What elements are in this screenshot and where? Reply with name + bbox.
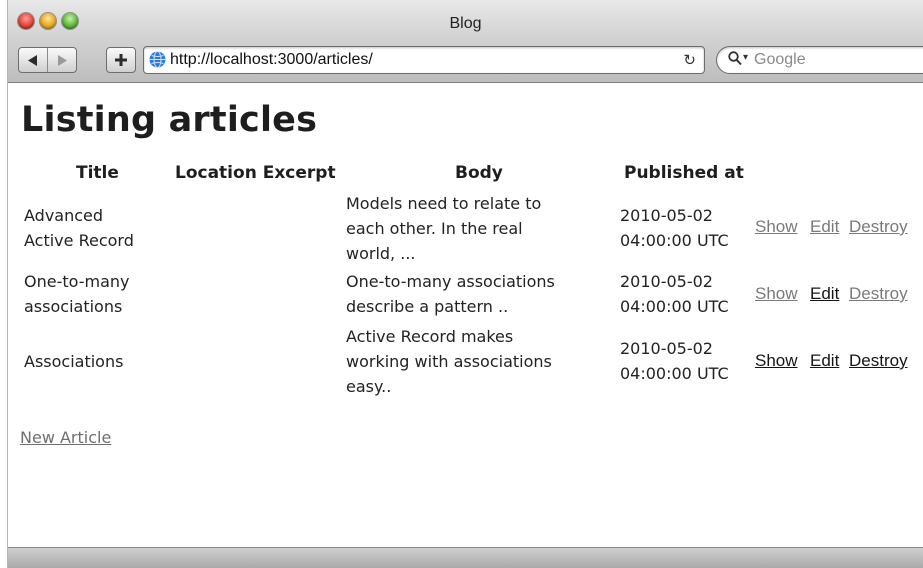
column-header-location-excerpt: Location Excerpt	[175, 163, 336, 183]
body-line: each other. In the real	[346, 219, 523, 238]
page-title: Listing articles	[21, 100, 318, 140]
table-row-body: Models need to relate to each other. In …	[346, 191, 541, 266]
title-line: Active Record	[24, 231, 134, 250]
title-line: Advanced	[24, 206, 104, 225]
search-icon	[728, 51, 742, 66]
add-bookmark-button[interactable]	[106, 47, 136, 73]
title-line: associations	[24, 297, 123, 316]
edit-link[interactable]: Edit	[810, 351, 839, 371]
back-arrow-icon	[28, 54, 37, 66]
destroy-link[interactable]: Destroy	[849, 351, 908, 371]
address-bar[interactable]: http://localhost:3000/articles/ ↻	[143, 46, 705, 74]
body-line: Active Record makes	[346, 327, 514, 346]
time-line: 04:00:00 UTC	[620, 231, 729, 250]
globe-icon	[149, 51, 166, 68]
nav-button-group	[18, 47, 77, 73]
body-line: Models need to relate to	[346, 194, 542, 213]
table-row-body: Active Record makes working with associa…	[346, 324, 552, 399]
show-link[interactable]: Show	[755, 351, 798, 371]
date-line: 2010-05-02	[620, 272, 713, 291]
destroy-link[interactable]: Destroy	[849, 284, 908, 304]
body-line: One-to-many associations	[346, 272, 555, 291]
window-title: Blog	[449, 15, 482, 32]
forward-button[interactable]	[47, 48, 76, 72]
plus-icon	[115, 54, 127, 66]
search-field[interactable]: ▾ Google	[716, 46, 923, 74]
body-line: describe a pattern ..	[346, 297, 509, 316]
edit-link[interactable]: Edit	[810, 217, 839, 237]
back-button[interactable]	[19, 48, 47, 72]
status-bar	[8, 547, 923, 568]
date-line: 2010-05-02	[620, 206, 713, 225]
body-line: easy..	[346, 377, 392, 396]
chevron-down-icon: ▾	[743, 52, 749, 63]
forward-arrow-icon	[58, 54, 67, 66]
column-header-published-at: Published at	[624, 163, 744, 183]
column-header-title: Title	[76, 163, 119, 183]
body-line: world, ...	[346, 244, 416, 263]
time-line: 04:00:00 UTC	[620, 297, 729, 316]
body-line: working with associations	[346, 352, 552, 371]
table-row-title: Advanced Active Record	[24, 203, 134, 253]
title-line: Associations	[24, 352, 124, 371]
page-content: Listing articles Title Location Excerpt …	[8, 83, 923, 548]
show-link[interactable]: Show	[755, 284, 798, 304]
table-row-title: One-to-many associations	[24, 269, 129, 319]
show-link[interactable]: Show	[755, 217, 798, 237]
titlebar: Blog http://localhost:3000/articles/ ↻ ▾…	[8, 0, 923, 83]
reload-icon[interactable]: ↻	[683, 51, 696, 69]
table-row-published-at: 2010-05-02 04:00:00 UTC	[620, 203, 729, 253]
search-placeholder: Google	[754, 51, 806, 68]
table-row-published-at: 2010-05-02 04:00:00 UTC	[620, 269, 729, 319]
column-header-body: Body	[455, 163, 503, 183]
table-row-published-at: 2010-05-02 04:00:00 UTC	[620, 336, 729, 386]
table-row-title: Associations	[24, 349, 123, 374]
title-line: One-to-many	[24, 272, 130, 291]
time-line: 04:00:00 UTC	[620, 364, 729, 383]
edit-link[interactable]: Edit	[810, 284, 839, 304]
new-article-link[interactable]: New Article	[20, 428, 111, 447]
browser-window: Blog http://localhost:3000/articles/ ↻ ▾…	[8, 0, 923, 568]
date-line: 2010-05-02	[620, 339, 713, 358]
destroy-link[interactable]: Destroy	[849, 217, 908, 237]
url-text: http://localhost:3000/articles/	[170, 51, 373, 68]
table-row-body: One-to-many associations describe a patt…	[346, 269, 555, 319]
